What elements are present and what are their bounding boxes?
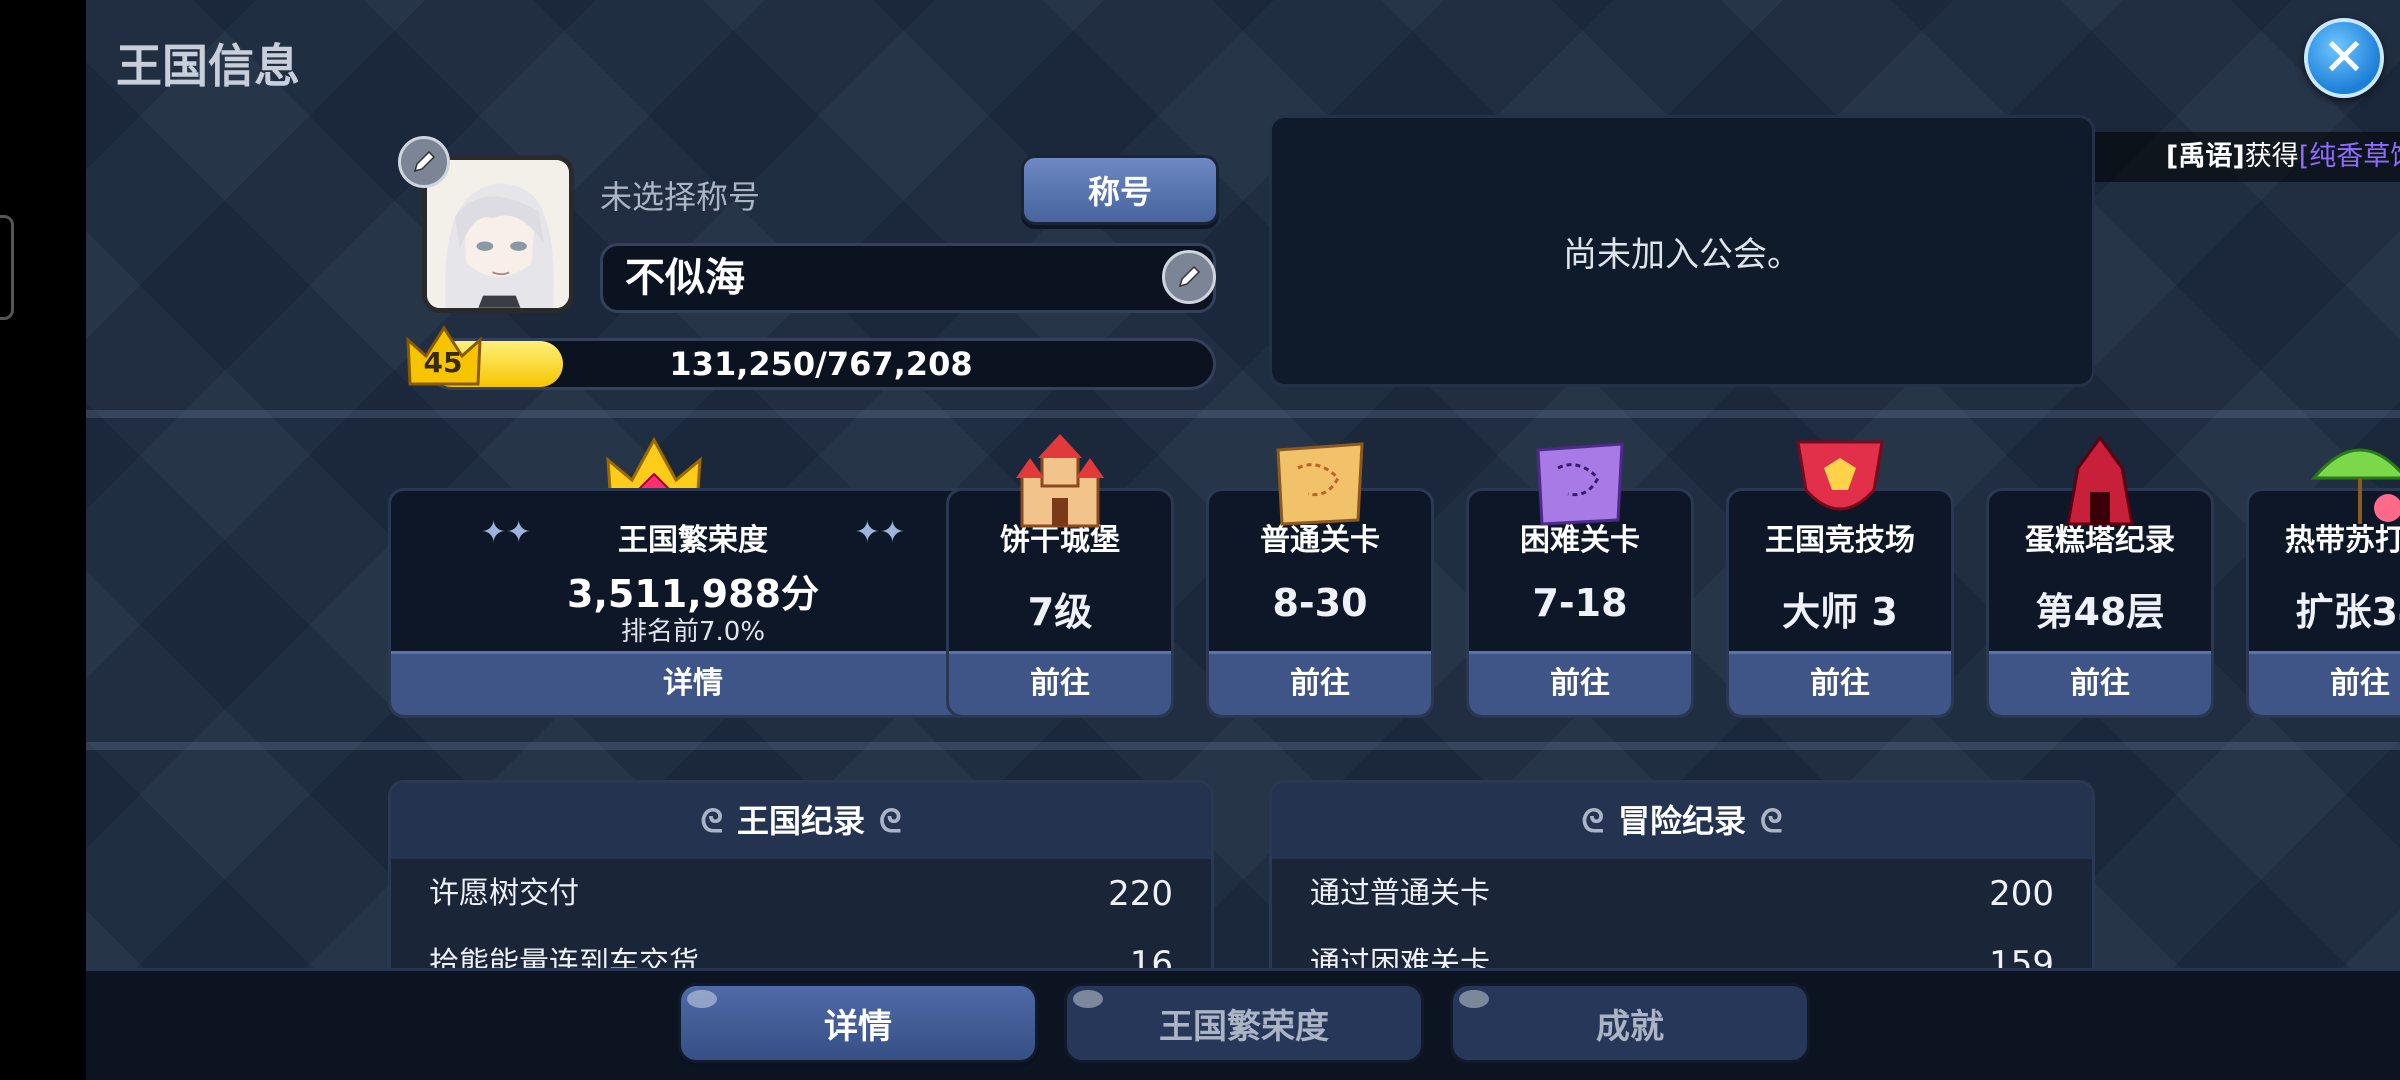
tab-details[interactable]: 详情 [678, 983, 1038, 1063]
shine-decoration [1459, 990, 1489, 1008]
go-button[interactable]: 前往 [949, 651, 1171, 715]
device-left-edge [0, 0, 86, 1080]
go-button[interactable]: 前往 [1209, 651, 1431, 715]
castle-icon [1008, 428, 1112, 532]
record-label: 通过普通关卡 [1310, 876, 1490, 911]
close-icon: ✕ [2322, 28, 2366, 88]
level-number: 45 [423, 346, 463, 379]
tropical-umbrella-icon [2308, 428, 2400, 532]
card-value: 第48层 [2035, 590, 2165, 634]
tab-achievements[interactable]: 成就 [1450, 983, 1810, 1063]
adventure-record-header: ᘓ 冒险纪录 ᘓ [1272, 783, 2092, 859]
swirl-icon: ᘓ [700, 802, 723, 840]
avatar-edit-button[interactable] [398, 136, 450, 188]
swirl-icon: ᘓ [879, 802, 902, 840]
prosperity-title: 王国繁荣度 [618, 523, 768, 558]
go-button[interactable]: 前往 [2249, 651, 2400, 715]
record-value: 220 [1108, 874, 1173, 914]
prosperity-card: ✦✦ ✦✦ 王国繁荣度 3,511,988分 排名前7.0% 详情 [388, 488, 998, 718]
pencil-icon [1178, 265, 1201, 288]
record-row: 许愿树交付 220 [391, 859, 1211, 929]
shine-decoration [1073, 990, 1103, 1008]
side-handle[interactable] [0, 215, 14, 320]
card-value: 7-18 [1532, 581, 1628, 625]
close-button[interactable]: ✕ [2304, 18, 2384, 98]
card-value: 大师 3 [1782, 590, 1898, 634]
kingdom-info-screen: 王国信息 ✕ [禹语]获得[纯香草饼干] 未选择称号 称号 不似海 1 [86, 0, 2400, 1080]
prosperity-score: 3,511,988分 [567, 572, 819, 616]
kingdom-record-header: ᘓ 王国纪录 ᘓ [391, 783, 1211, 859]
adventure-record-title: 冒险纪录 [1617, 802, 1746, 840]
ticker-action: 获得 [2244, 141, 2299, 172]
shine-decoration [687, 990, 717, 1008]
tab-prosperity[interactable]: 王国繁荣度 [1064, 983, 1424, 1063]
kingdom-record-title: 王国纪录 [736, 802, 865, 840]
card-value: 扩张34 [2295, 590, 2400, 634]
card-value: 8-30 [1272, 581, 1368, 625]
tab-label: 王国繁荣度 [1159, 1006, 1329, 1047]
ticker-user: [禹语] [2166, 141, 2245, 172]
title-status-label: 未选择称号 [600, 178, 761, 216]
section-divider [86, 742, 2400, 750]
title-button[interactable]: 称号 [1021, 155, 1219, 225]
experience-bar: 131,250/767,208 [426, 338, 1216, 390]
tab-label: 详情 [824, 1006, 892, 1047]
guild-panel: 尚未加入公会。 [1269, 115, 2095, 387]
record-value: 200 [1989, 874, 2054, 914]
card-value: 7级 [1027, 590, 1093, 634]
go-button[interactable]: 前往 [1729, 651, 1951, 715]
cake-tower-icon [2048, 428, 2152, 532]
go-button[interactable]: 前往 [1469, 651, 1691, 715]
avatar[interactable] [422, 155, 574, 313]
go-button[interactable]: 前往 [1989, 651, 2211, 715]
purple-map-icon [1528, 428, 1632, 532]
arena-shield-icon [1788, 428, 1892, 532]
map-scroll-icon [1268, 428, 1372, 532]
swirl-icon: ᘓ [1581, 802, 1604, 840]
pencil-icon [413, 150, 436, 173]
avatar-portrait-icon [427, 160, 569, 308]
record-label: 许愿树交付 [429, 876, 579, 911]
tab-label: 成就 [1596, 1006, 1664, 1047]
swirl-icon: ᘓ [1760, 802, 1783, 840]
page-title: 王国信息 [116, 39, 300, 93]
ticker-item: [纯香草饼干] [2298, 141, 2400, 172]
section-divider [86, 410, 2400, 418]
guild-status-text: 尚未加入公会。 [1563, 234, 1801, 275]
prosperity-rank: 排名前7.0% [620, 617, 766, 647]
kingdom-name-field: 不似海 [600, 243, 1216, 313]
name-edit-button[interactable] [1162, 250, 1216, 304]
experience-text: 131,250/767,208 [669, 345, 973, 383]
prosperity-detail-button[interactable]: 详情 [391, 651, 995, 715]
record-row: 通过普通关卡 200 [1272, 859, 2092, 929]
